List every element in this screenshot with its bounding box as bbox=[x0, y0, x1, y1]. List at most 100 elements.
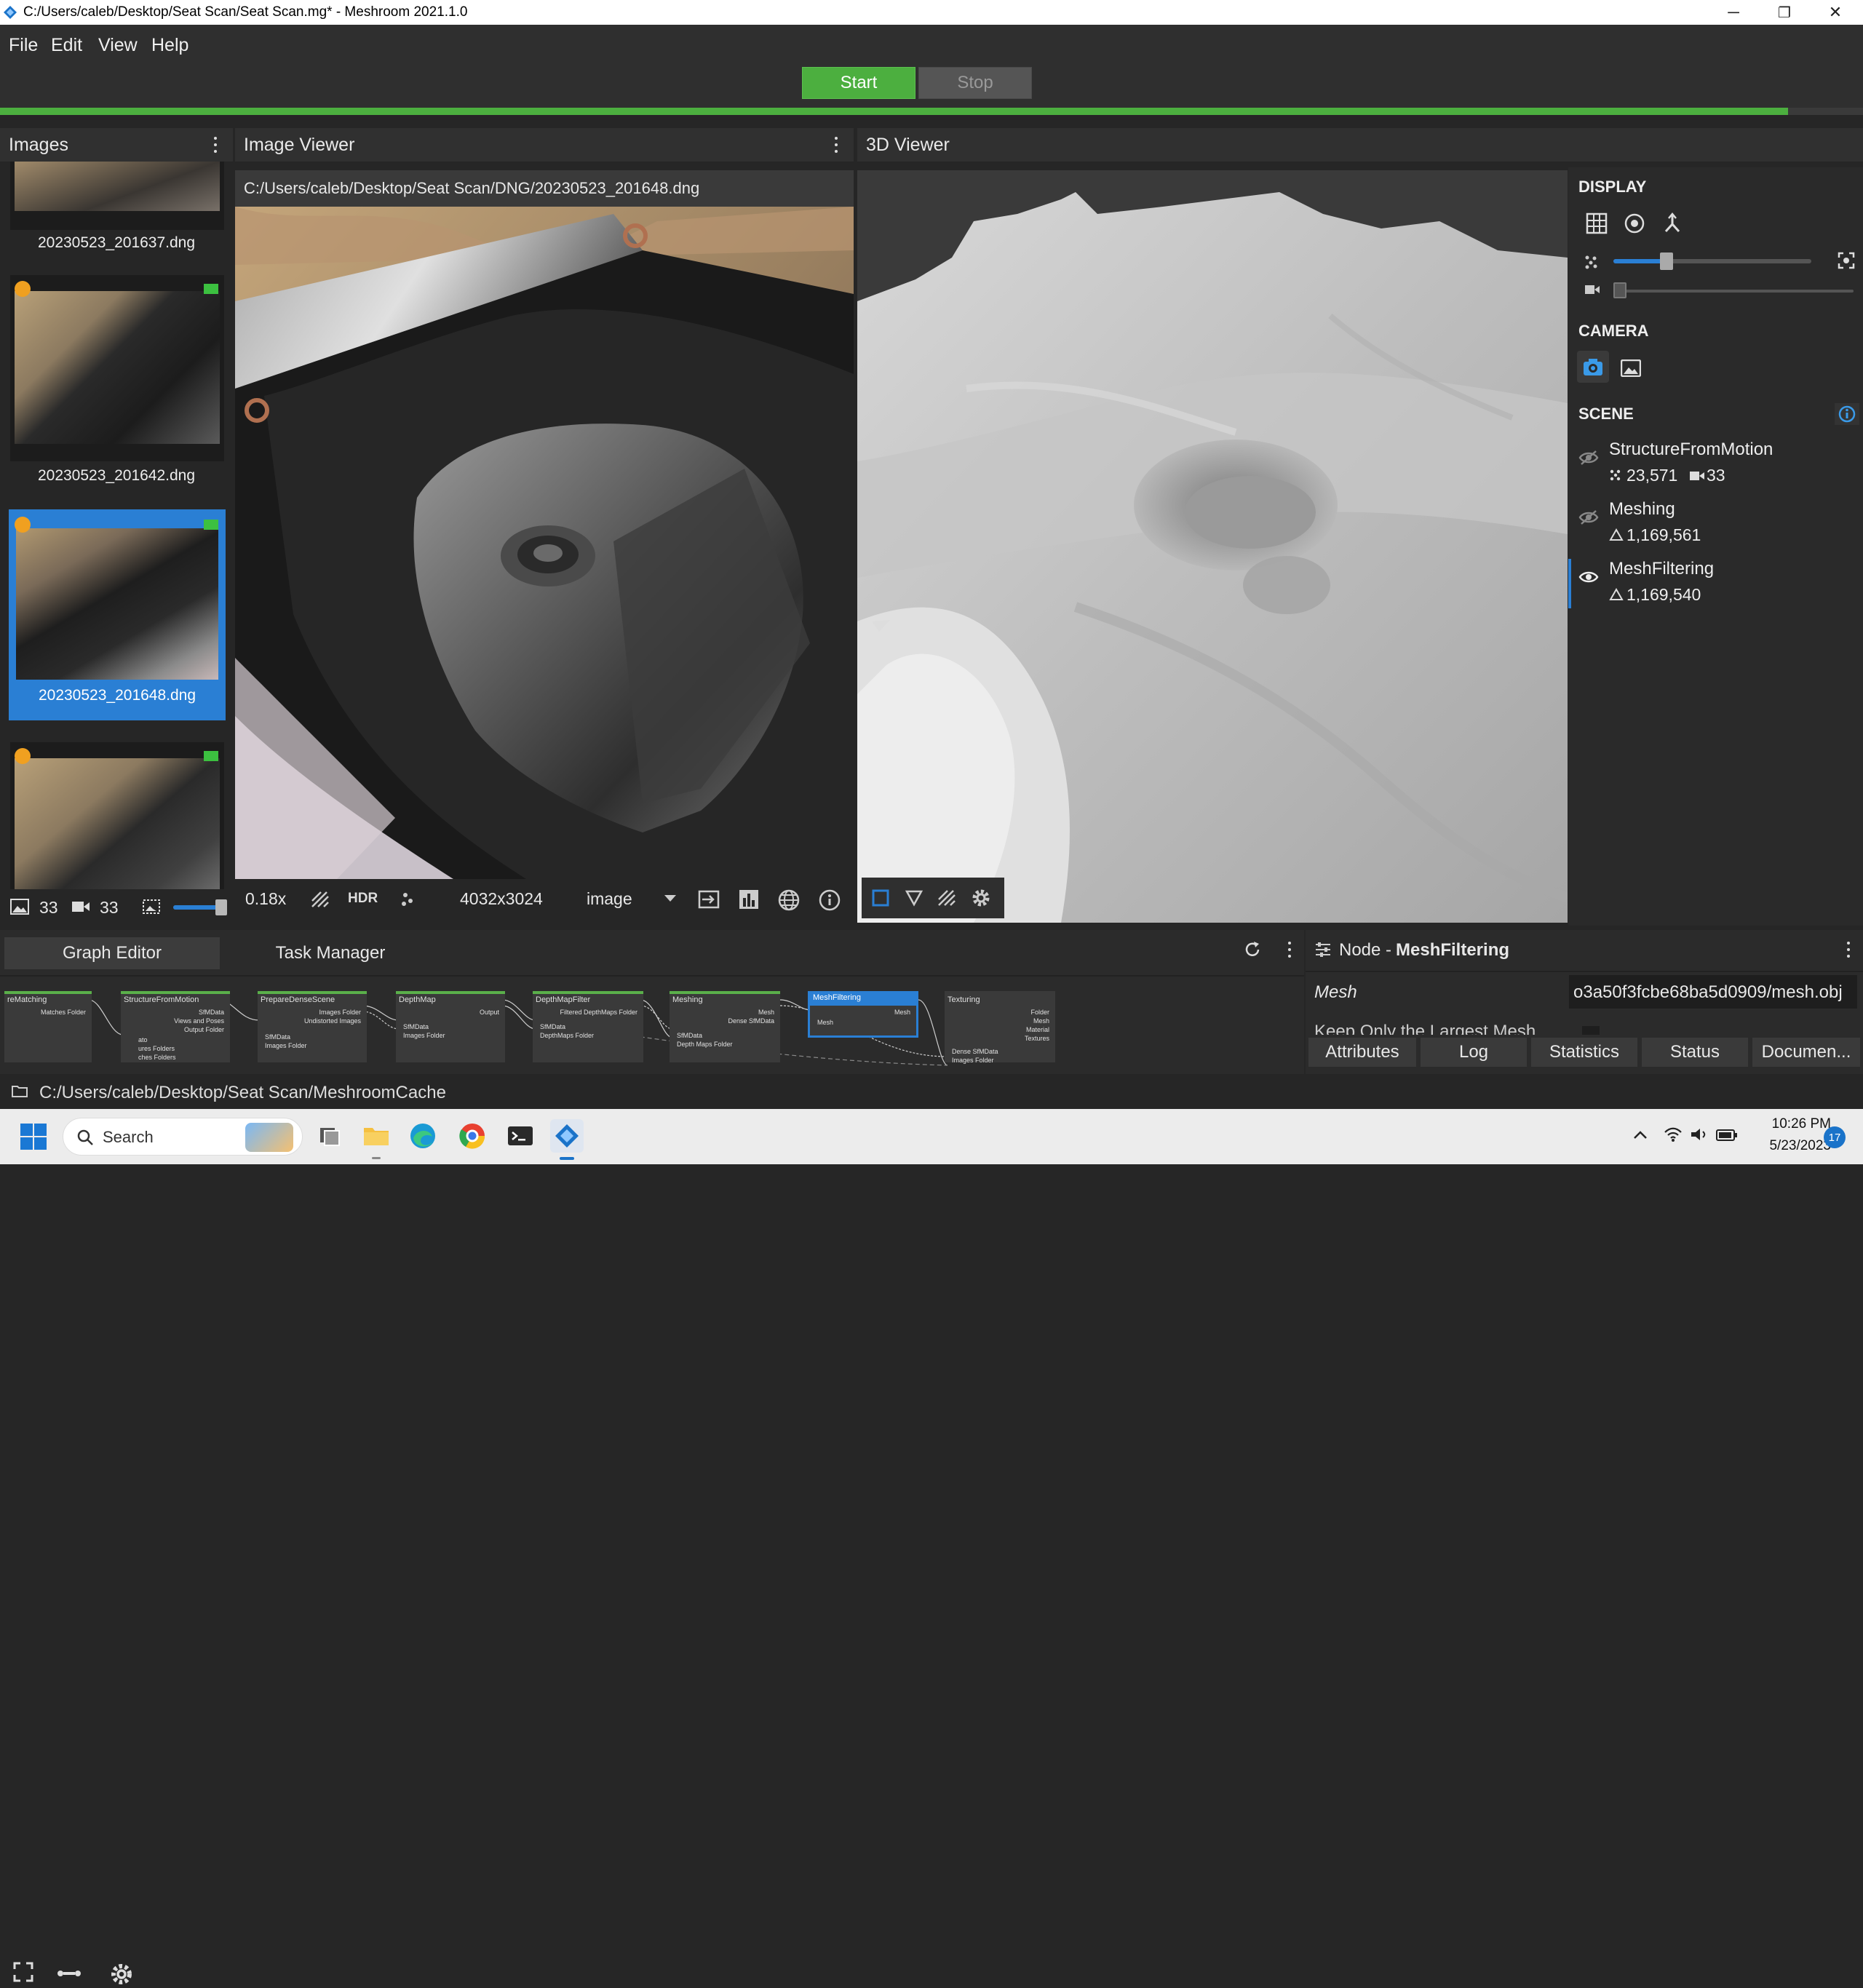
tab-statistics[interactable]: Statistics bbox=[1531, 1038, 1637, 1067]
slider-handle[interactable] bbox=[1660, 253, 1673, 270]
maximize-button[interactable]: ❐ bbox=[1760, 0, 1809, 25]
histogram-icon[interactable] bbox=[739, 889, 759, 910]
image-overlay-icon[interactable] bbox=[1621, 359, 1641, 377]
node-port: Matches Folder bbox=[40, 1009, 86, 1016]
graph-settings-icon[interactable] bbox=[109, 1962, 134, 1987]
wifi-icon[interactable] bbox=[1664, 1126, 1683, 1142]
search-icon bbox=[76, 1129, 94, 1146]
scene-item-meshfiltering[interactable]: MeshFiltering 1,169,540 bbox=[1568, 556, 1863, 613]
fit-view-icon[interactable] bbox=[1838, 252, 1855, 269]
fit-graph-icon[interactable] bbox=[10, 1959, 39, 1988]
close-button[interactable]: ✕ bbox=[1811, 0, 1860, 25]
axis-icon[interactable] bbox=[1661, 212, 1683, 234]
clock-date[interactable]: 5/23/2023 bbox=[1758, 1138, 1831, 1154]
toolbar: Start Stop bbox=[0, 64, 1863, 108]
info-icon[interactable] bbox=[819, 889, 841, 911]
layout-icon[interactable] bbox=[57, 1966, 82, 1981]
point-size-slider[interactable] bbox=[1613, 253, 1811, 270]
slider-handle[interactable] bbox=[1613, 282, 1626, 298]
slider-handle[interactable] bbox=[215, 899, 227, 915]
scene-info-icon[interactable] bbox=[1835, 403, 1859, 425]
node-port: Undistorted Images bbox=[303, 1017, 361, 1025]
menu-help[interactable]: Help bbox=[151, 35, 188, 56]
cache-path[interactable]: C:/Users/caleb/Desktop/Seat Scan/Meshroo… bbox=[39, 1083, 446, 1103]
camera-scale-slider[interactable] bbox=[1613, 282, 1854, 298]
thumbnail-card[interactable] bbox=[10, 162, 224, 230]
graph-menu-icon[interactable] bbox=[1281, 940, 1298, 959]
refresh-icon[interactable] bbox=[1243, 940, 1262, 959]
image-mode-select[interactable]: image bbox=[587, 889, 632, 909]
attr-mesh-field[interactable]: o3a50f3fcbe68ba5d0909/mesh.obj bbox=[1569, 975, 1857, 1009]
graph-node-structurefrommotion[interactable]: StructureFromMotion SfMData Views and Po… bbox=[121, 991, 230, 1062]
aliasing-icon[interactable] bbox=[311, 891, 330, 908]
globe-icon[interactable] bbox=[778, 889, 800, 911]
battery-icon[interactable] bbox=[1716, 1128, 1738, 1142]
target-icon[interactable] bbox=[1624, 212, 1645, 234]
thumbnail-card[interactable] bbox=[10, 742, 224, 889]
menu-edit[interactable]: Edit bbox=[51, 35, 82, 56]
menu-file[interactable]: File bbox=[9, 35, 38, 56]
tab-graph-editor[interactable]: Graph Editor bbox=[4, 937, 220, 969]
grid-icon[interactable] bbox=[1586, 212, 1608, 234]
aperture-icon bbox=[15, 748, 31, 764]
select-box-icon[interactable] bbox=[872, 889, 889, 907]
3d-viewport[interactable] bbox=[857, 170, 1568, 923]
file-explorer-icon[interactable] bbox=[360, 1119, 393, 1159]
fit-icon[interactable] bbox=[698, 889, 720, 910]
graph-node-featurematching[interactable]: reMatching Matches Folder bbox=[4, 991, 92, 1062]
meshroom-app-icon bbox=[3, 5, 17, 20]
image-display[interactable] bbox=[235, 207, 854, 879]
eye-off-icon[interactable] bbox=[1578, 509, 1599, 525]
chevron-down-icon[interactable] bbox=[664, 895, 676, 902]
chrome-browser-icon[interactable] bbox=[456, 1119, 489, 1153]
task-view-icon[interactable] bbox=[313, 1119, 346, 1153]
wireframe-icon[interactable] bbox=[905, 889, 923, 907]
triangle-icon bbox=[1609, 528, 1624, 541]
terminal-icon[interactable] bbox=[504, 1119, 537, 1153]
thumbnail-size-slider[interactable] bbox=[173, 899, 227, 915]
graph-node-meshing[interactable]: Meshing Mesh Dense SfMData SfMData Depth… bbox=[670, 991, 780, 1062]
eye-icon[interactable] bbox=[1578, 569, 1599, 585]
tab-attributes[interactable]: Attributes bbox=[1308, 1038, 1416, 1067]
graph-node-preparedensescene[interactable]: PrepareDenseScene Images Folder Undistor… bbox=[258, 991, 367, 1062]
features-icon[interactable] bbox=[400, 891, 417, 908]
clock-time[interactable]: 10:26 PM bbox=[1758, 1116, 1831, 1132]
graph-node-texturing[interactable]: Texturing Folder Mesh Material Textures … bbox=[945, 991, 1055, 1064]
edge-browser-icon[interactable] bbox=[406, 1119, 440, 1153]
images-menu-icon[interactable] bbox=[207, 135, 224, 154]
thumbnail-card-selected[interactable]: 20230523_201648.dng bbox=[9, 509, 226, 720]
gear-icon[interactable] bbox=[971, 888, 991, 908]
eye-off-icon[interactable] bbox=[1578, 450, 1599, 466]
notification-badge[interactable]: 17 bbox=[1824, 1126, 1846, 1148]
tab-log[interactable]: Log bbox=[1421, 1038, 1527, 1067]
thumbnail-image bbox=[15, 162, 220, 211]
thumbnail-image bbox=[15, 291, 220, 444]
windows-start-icon[interactable] bbox=[20, 1124, 47, 1150]
graph-node-depthmapfilter[interactable]: DepthMapFilter Filtered DepthMaps Folder… bbox=[533, 991, 643, 1062]
attr-keep-largest-checkbox[interactable] bbox=[1582, 1026, 1600, 1035]
thumbnail-card[interactable] bbox=[10, 275, 224, 461]
camera-view-button[interactable] bbox=[1577, 351, 1609, 383]
graph-node-meshfiltering-selected[interactable]: MeshFiltering Mesh Mesh bbox=[808, 991, 918, 1038]
meshroom-taskbar-icon[interactable] bbox=[550, 1119, 584, 1160]
menu-view[interactable]: View bbox=[98, 35, 138, 56]
chevron-up-icon[interactable] bbox=[1633, 1129, 1648, 1140]
point-size-icon bbox=[1584, 255, 1599, 269]
taskbar-search-box[interactable]: Search bbox=[63, 1118, 303, 1156]
scene-item-structurefrommotion[interactable]: StructureFromMotion 23,571 33 bbox=[1568, 437, 1863, 493]
texture-icon[interactable] bbox=[937, 889, 956, 907]
tab-status[interactable]: Status bbox=[1642, 1038, 1748, 1067]
tab-task-manager[interactable]: Task Manager bbox=[223, 937, 438, 969]
hdr-toggle[interactable]: HDR bbox=[348, 891, 378, 907]
tab-documentation[interactable]: Documen... bbox=[1752, 1038, 1860, 1067]
thumbnail-label: 20230523_201642.dng bbox=[37, 467, 196, 484]
stop-button[interactable]: Stop bbox=[918, 67, 1032, 99]
node-menu-icon[interactable] bbox=[1840, 940, 1857, 959]
volume-icon[interactable] bbox=[1690, 1126, 1709, 1142]
minimize-button[interactable]: ─ bbox=[1709, 0, 1758, 25]
attr-keep-largest-label: Keep Only the Largest Mesh bbox=[1314, 1022, 1536, 1035]
start-button[interactable]: Start bbox=[802, 67, 915, 99]
scene-item-meshing[interactable]: Meshing 1,169,561 bbox=[1568, 496, 1863, 553]
graph-node-depthmap[interactable]: DepthMap Output SfMData Images Folder bbox=[396, 991, 505, 1062]
image-viewer-menu-icon[interactable] bbox=[827, 135, 845, 154]
